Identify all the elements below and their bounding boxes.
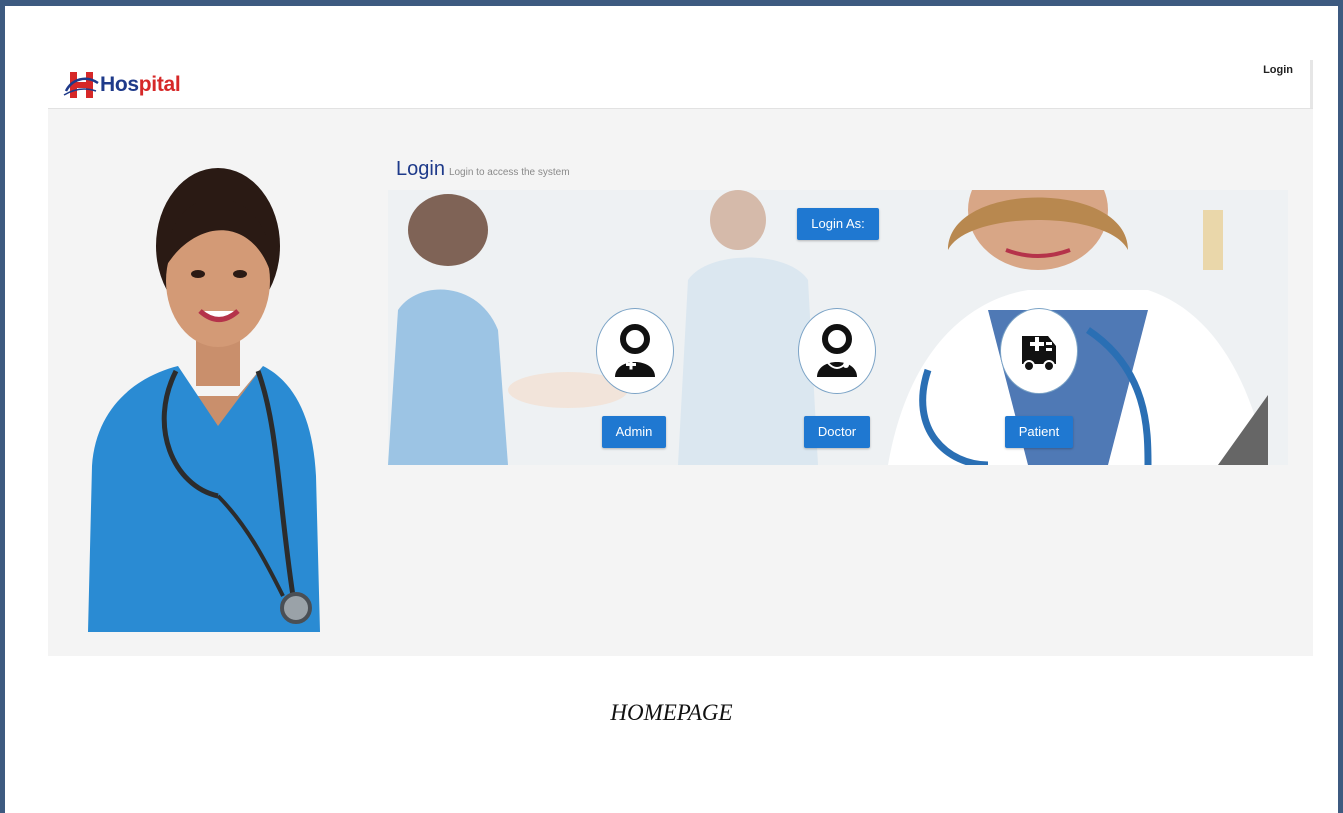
hospital-logo-icon	[63, 72, 99, 98]
document-frame-right	[1338, 0, 1343, 813]
admin-avatar[interactable]	[596, 308, 674, 394]
login-banner: Login As: Admin Doctor Patient	[388, 190, 1288, 465]
document-frame-top	[0, 0, 1343, 6]
admin-user-icon	[615, 324, 655, 377]
brand-name: Hospital	[100, 73, 181, 96]
doctor-user-icon	[817, 324, 857, 377]
login-subheading: Login to access the system	[448, 167, 570, 178]
app-screenshot: Hospital Login Login Login to access the …	[48, 60, 1313, 656]
ambulance-icon	[1022, 336, 1056, 372]
nav-login-link[interactable]: Login	[1263, 64, 1293, 76]
patient-avatar[interactable]	[1000, 308, 1078, 394]
doctor-button[interactable]: Doctor	[804, 416, 870, 448]
admin-button[interactable]: Admin	[602, 416, 666, 448]
figure-caption: HOMEPAGE	[610, 700, 733, 725]
patient-button[interactable]: Patient	[1005, 416, 1073, 448]
nurse-photo	[88, 168, 320, 632]
brand-logo[interactable]: Hospital	[62, 68, 181, 102]
doctor-avatar[interactable]	[798, 308, 876, 394]
login-as-button[interactable]: Login As:	[797, 208, 879, 240]
navbar: Hospital Login	[48, 60, 1313, 109]
login-heading: Login Login to access the system	[396, 158, 570, 180]
document-frame-left	[0, 0, 5, 813]
nav-divider	[1310, 60, 1313, 108]
